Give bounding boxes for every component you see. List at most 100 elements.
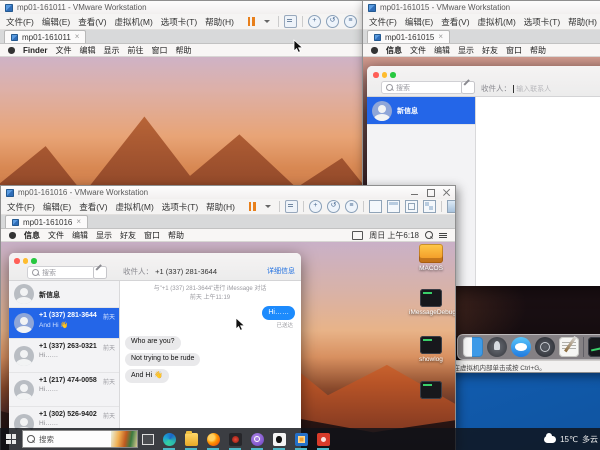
menu-vm[interactable]: 虚拟机(M) bbox=[478, 16, 516, 28]
mac-menu-view[interactable]: 显示 bbox=[103, 45, 119, 56]
menu-view[interactable]: 查看(V) bbox=[441, 16, 469, 28]
titlebar-161015[interactable]: mp01-161015 - VMware Workstation bbox=[363, 1, 600, 14]
apple-menu-icon[interactable] bbox=[371, 47, 378, 54]
snapshot-manager-button[interactable] bbox=[344, 15, 357, 28]
multi-monitor-button[interactable] bbox=[423, 200, 436, 213]
pause-vm-button[interactable] bbox=[246, 16, 257, 27]
menu-file[interactable]: 文件(F) bbox=[7, 201, 35, 213]
menu-help[interactable]: 帮助(H) bbox=[206, 201, 235, 213]
mac-menu-finder[interactable]: Finder bbox=[23, 46, 47, 55]
menu-help[interactable]: 帮助(H) bbox=[205, 16, 234, 28]
taskbar-purple-app[interactable] bbox=[246, 428, 268, 450]
mac-menu-help[interactable]: 帮助 bbox=[175, 45, 191, 56]
apple-menu-icon[interactable] bbox=[8, 47, 15, 54]
mac-menu-window[interactable]: 窗口 bbox=[151, 45, 167, 56]
vm-tab-161016[interactable]: mp01-161016 × bbox=[5, 215, 88, 228]
desktop-icon-showlog[interactable]: showlog bbox=[409, 336, 453, 363]
tab-close-icon[interactable]: × bbox=[76, 218, 81, 226]
menu-tabs[interactable]: 选项卡(T) bbox=[524, 16, 560, 28]
power-dropdown-icon[interactable] bbox=[262, 16, 273, 27]
conversation-row[interactable]: +1 (217) 474-0058 Hi…… 前天 bbox=[9, 373, 119, 407]
conversation-row[interactable]: +1 (337) 263-0321 Hi…… 前天 bbox=[9, 339, 119, 373]
ctrl-alt-del-button[interactable] bbox=[284, 15, 297, 28]
take-snapshot-button[interactable] bbox=[309, 200, 322, 213]
revert-snapshot-button[interactable] bbox=[327, 200, 340, 213]
desktop-icon-imessagedebug[interactable]: iMessageDebug bbox=[409, 289, 453, 316]
taskbar-apple-app[interactable] bbox=[268, 428, 290, 450]
mac-menu-view[interactable]: 显示 bbox=[96, 230, 112, 241]
pause-vm-button[interactable] bbox=[247, 201, 258, 212]
mac-menu-messages[interactable]: 信息 bbox=[24, 230, 40, 241]
power-dropdown-icon[interactable] bbox=[263, 201, 274, 212]
menu-tabs[interactable]: 选项卡(T) bbox=[161, 16, 197, 28]
taskbar-dark-red-app[interactable] bbox=[224, 428, 246, 450]
menu-vm[interactable]: 虚拟机(M) bbox=[115, 16, 153, 28]
menu-view[interactable]: 查看(V) bbox=[78, 16, 106, 28]
tab-close-icon[interactable]: × bbox=[75, 33, 80, 41]
mac-menu-file[interactable]: 文件 bbox=[48, 230, 64, 241]
mac-menu-edit[interactable]: 编辑 bbox=[72, 230, 88, 241]
menubar-clock[interactable]: 周日 上午6:18 bbox=[369, 230, 419, 241]
desktop-icon-extra[interactable] bbox=[409, 381, 453, 401]
input-source-icon[interactable] bbox=[352, 231, 363, 240]
mac-menu-help[interactable]: 帮助 bbox=[168, 230, 184, 241]
revert-snapshot-button[interactable] bbox=[326, 15, 339, 28]
to-field[interactable]: 收件人： 输入联系人 bbox=[481, 83, 551, 94]
zoom-traffic-icon[interactable] bbox=[31, 258, 37, 264]
take-snapshot-button[interactable] bbox=[308, 15, 321, 28]
taskbar-tray[interactable]: 15℃ 多云 bbox=[544, 434, 600, 445]
close-traffic-icon[interactable] bbox=[14, 258, 20, 264]
maximize-button[interactable] bbox=[427, 189, 434, 196]
mac-menu-edit[interactable]: 编辑 bbox=[79, 45, 95, 56]
mac-menu-file[interactable]: 文件 bbox=[55, 45, 71, 56]
conversation-row-selected[interactable]: +1 (337) 281-3644 And Hi 👋 前天 bbox=[9, 308, 119, 339]
titlebar-161011[interactable]: mp01-161011 - VMware Workstation bbox=[0, 1, 380, 14]
messages-search-field[interactable]: 搜索 bbox=[381, 81, 463, 94]
mac-menu-view[interactable]: 显示 bbox=[458, 45, 474, 56]
mac-menu-messages[interactable]: 信息 bbox=[386, 45, 402, 56]
taskbar-firefox[interactable] bbox=[202, 428, 224, 450]
finder-dock-icon[interactable] bbox=[463, 337, 483, 357]
compose-button[interactable] bbox=[461, 81, 475, 94]
textedit-dock-icon[interactable] bbox=[559, 337, 579, 357]
menu-vm[interactable]: 虚拟机(M) bbox=[116, 201, 154, 213]
vm-tab-161015[interactable]: mp01-161015 × bbox=[367, 30, 450, 43]
mac-menu-buddies[interactable]: 好友 bbox=[120, 230, 136, 241]
notification-center-icon[interactable] bbox=[439, 232, 447, 239]
mac-menu-window[interactable]: 窗口 bbox=[506, 45, 522, 56]
taskbar-vmware[interactable] bbox=[290, 428, 312, 450]
console-view-button[interactable] bbox=[369, 200, 382, 213]
mac-menu-go[interactable]: 前往 bbox=[127, 45, 143, 56]
vm-screen-161016[interactable]: 信息 文件 编辑 显示 好友 窗口 帮助 周日 上午6:18 MACOS bbox=[1, 229, 455, 450]
titlebar-161016[interactable]: mp01-161016 - VMware Workstation bbox=[1, 186, 455, 199]
details-link[interactable]: 详细信息 bbox=[267, 266, 295, 276]
taskbar-red-app[interactable] bbox=[312, 428, 334, 450]
activity-monitor-dock-icon[interactable] bbox=[588, 337, 600, 357]
mac-menu-help[interactable]: 帮助 bbox=[530, 45, 546, 56]
mac-menu-file[interactable]: 文件 bbox=[410, 45, 426, 56]
conversation-row[interactable]: 新信息 bbox=[9, 281, 119, 308]
taskbar-file-explorer[interactable] bbox=[180, 428, 202, 450]
spotlight-icon[interactable] bbox=[425, 231, 433, 239]
messages-dock-icon[interactable] bbox=[511, 337, 531, 357]
mac-menu-edit[interactable]: 编辑 bbox=[434, 45, 450, 56]
close-traffic-icon[interactable] bbox=[373, 72, 379, 78]
menu-file[interactable]: 文件(F) bbox=[6, 16, 34, 28]
task-view-button[interactable] bbox=[138, 428, 158, 450]
menu-edit[interactable]: 编辑(E) bbox=[405, 16, 433, 28]
minimize-traffic-icon[interactable] bbox=[23, 258, 29, 264]
close-button[interactable] bbox=[443, 189, 450, 196]
menu-help[interactable]: 帮助(H) bbox=[568, 16, 597, 28]
unity-mode-button[interactable] bbox=[405, 200, 418, 213]
system-preferences-dock-icon[interactable] bbox=[535, 337, 555, 357]
menu-edit[interactable]: 编辑(E) bbox=[42, 16, 70, 28]
taskbar-edge[interactable] bbox=[158, 428, 180, 450]
menu-view[interactable]: 查看(V) bbox=[79, 201, 107, 213]
minimize-button[interactable] bbox=[411, 189, 418, 196]
mac-menu-buddies[interactable]: 好友 bbox=[482, 45, 498, 56]
menu-file[interactable]: 文件(F) bbox=[369, 16, 397, 28]
zoom-traffic-icon[interactable] bbox=[390, 72, 396, 78]
conversation-row-new-message[interactable]: 新信息 bbox=[367, 97, 475, 125]
snapshot-manager-button[interactable] bbox=[345, 200, 358, 213]
messages-window-conversation[interactable]: 搜索 收件人： +1 (337) 281-3644 详细信息 新信息 +1 (3… bbox=[9, 253, 301, 450]
